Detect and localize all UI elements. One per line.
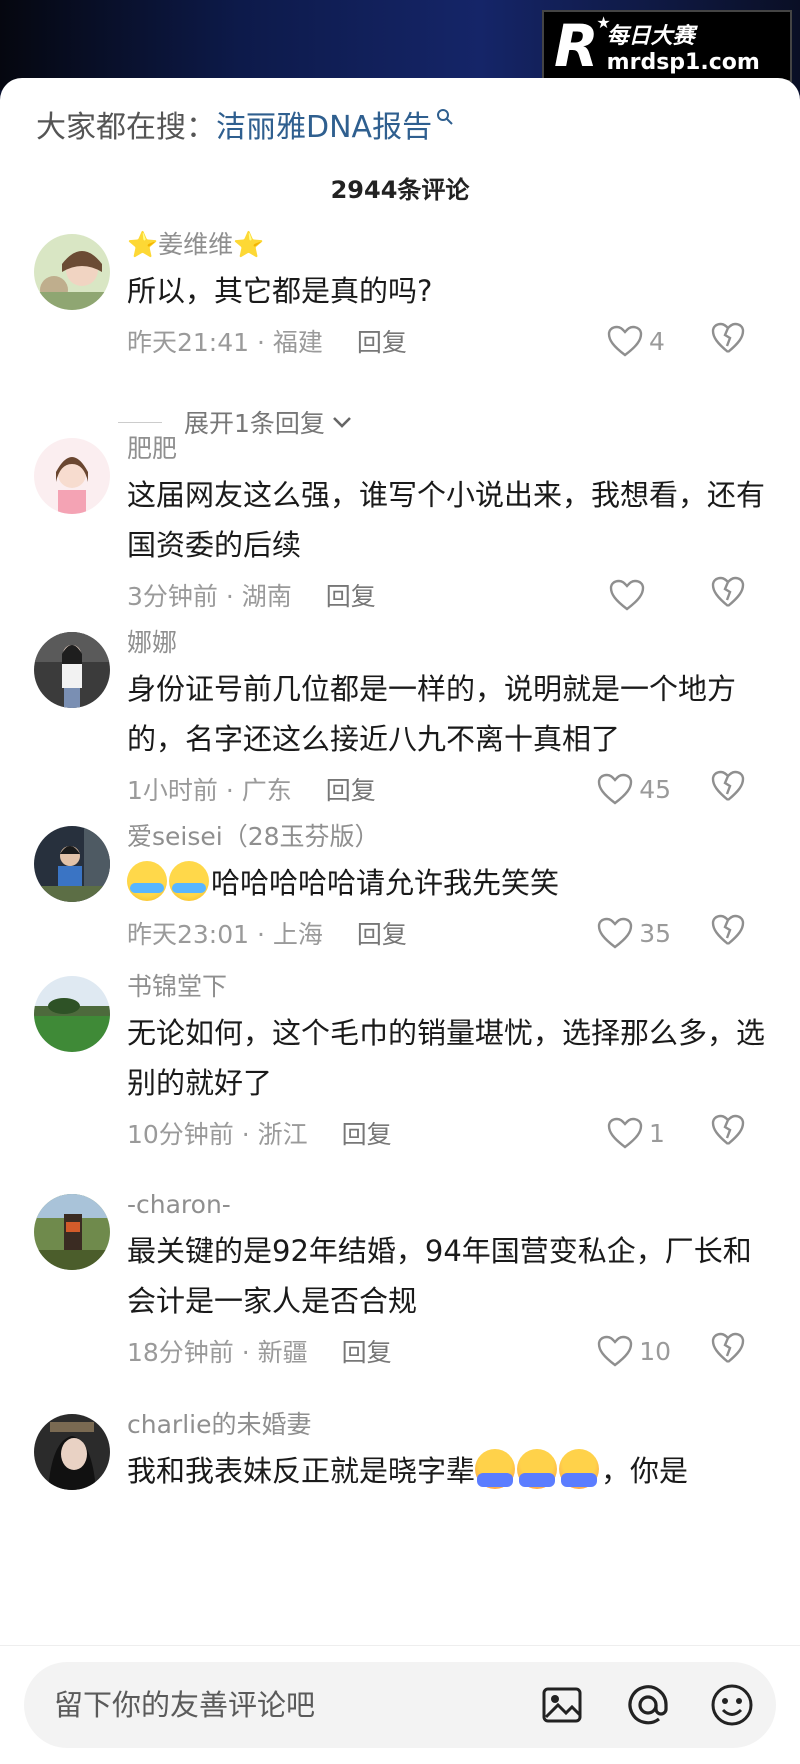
comment-time-location: 1小时前 · 广东: [127, 776, 292, 805]
like-count: 35: [639, 918, 671, 948]
heart-icon: [597, 1335, 633, 1367]
avatar[interactable]: [34, 976, 110, 1052]
image-icon[interactable]: [540, 1683, 584, 1727]
username[interactable]: 爱seisei（28玉芬版）: [127, 820, 767, 854]
like-button[interactable]: 4: [607, 316, 671, 366]
search-term-link[interactable]: 洁丽雅DNA报告: [216, 102, 432, 146]
reply-button[interactable]: 回复: [357, 323, 407, 359]
comment-time-location: 昨天21:41 · 福建: [127, 328, 323, 357]
dislike-icon[interactable]: [711, 770, 745, 802]
search-suggestion[interactable]: 大家都在搜： 洁丽雅DNA报告: [36, 102, 454, 146]
like-count: 10: [639, 1336, 671, 1366]
comment-input-placeholder: 留下你的友善评论吧: [54, 1688, 316, 1722]
heart-icon: [609, 579, 645, 611]
comment-time-location: 10分钟前 · 浙江: [127, 1120, 308, 1149]
heart-icon: [607, 1117, 643, 1149]
heart-icon: [607, 325, 643, 357]
comment-text-content: 哈哈哈哈哈请允许我先笑笑: [211, 866, 560, 900]
heart-icon: [597, 773, 633, 805]
reply-button[interactable]: 回复: [357, 915, 407, 951]
reply-button[interactable]: 回复: [342, 1333, 392, 1369]
comment-text: 最关键的是92年结婚，94年国营变私企，厂长和会计是一家人是否合规: [127, 1234, 752, 1318]
username[interactable]: 书锦堂下: [127, 970, 767, 1004]
comment-sheet: 大家都在搜： 洁丽雅DNA报告 2944条评论 ⭐姜维维⭐ 所以，其它都是真的吗…: [0, 78, 800, 1764]
comment-text: 我和我表妹反正就是晓字辈 ，你是: [127, 1446, 767, 1496]
avatar[interactable]: [34, 1414, 110, 1490]
hug-emoji: [475, 1449, 516, 1489]
dislike-icon[interactable]: [711, 322, 745, 354]
like-button[interactable]: 1: [607, 1108, 671, 1158]
comment-text: 哈哈哈哈哈请允许我先笑笑: [127, 858, 767, 908]
hug-emoji: [517, 1449, 558, 1489]
laugh-cry-emoji: [127, 861, 167, 901]
like-count: 4: [649, 326, 665, 356]
hug-emoji: [559, 1449, 600, 1489]
reply-button[interactable]: 回复: [326, 577, 376, 613]
username[interactable]: charlie的未婚妻: [127, 1408, 767, 1442]
like-button[interactable]: 35: [597, 908, 671, 958]
comment-count: 2944条评论: [330, 176, 470, 204]
comment-text: 这届网友这么强，谁写个小说出来，我想看，还有国资委的后续: [127, 478, 766, 562]
avatar[interactable]: [34, 438, 110, 514]
expand-divider: [118, 421, 162, 423]
avatar[interactable]: [34, 1194, 110, 1270]
laugh-cry-emoji: [169, 861, 209, 901]
comment-text-tail: ，你是: [601, 1454, 689, 1488]
comment-time-location: 3分钟前 · 湖南: [127, 582, 292, 611]
avatar[interactable]: [34, 826, 110, 902]
comment-text-content: 我和我表妹反正就是晓字辈: [127, 1454, 476, 1488]
search-prefix: 大家都在搜：: [36, 110, 216, 145]
like-count: 1: [649, 1118, 665, 1148]
emoji-icon[interactable]: [710, 1683, 754, 1727]
like-button[interactable]: [609, 570, 673, 620]
comment-text: 无论如何，这个毛巾的销量堪忧，选择那么多，选别的就好了: [127, 1016, 766, 1100]
dislike-icon[interactable]: [711, 1114, 745, 1146]
reply-button[interactable]: 回复: [326, 771, 376, 807]
watermark-url: mrdsp1.com: [606, 49, 760, 75]
username[interactable]: 肥肥: [127, 432, 767, 466]
comment-text: 所以，其它都是真的吗?: [127, 274, 433, 308]
comment-input[interactable]: 留下你的友善评论吧: [24, 1662, 776, 1748]
comment-time-location: 昨天23:01 · 上海: [127, 920, 323, 949]
avatar[interactable]: [34, 234, 110, 310]
username[interactable]: 娜娜: [127, 626, 767, 660]
avatar[interactable]: [34, 632, 110, 708]
dislike-icon[interactable]: [711, 914, 745, 946]
watermark-logo: R ★ 每日大赛 mrdsp1.com: [542, 10, 792, 82]
at-icon[interactable]: [626, 1683, 670, 1727]
username[interactable]: -charon-: [127, 1188, 767, 1222]
watermark-r-logo: R ★: [554, 12, 611, 80]
reply-button[interactable]: 回复: [342, 1115, 392, 1151]
watermark-brand: 每日大赛: [606, 23, 695, 49]
comment-text: 身份证号前几位都是一样的，说明就是一个地方的，名字还这么接近八九不离十真相了: [127, 672, 737, 756]
comment-time-location: 18分钟前 · 新疆: [127, 1338, 308, 1367]
comment-input-bar: 留下你的友善评论吧: [0, 1645, 800, 1764]
like-button[interactable]: 45: [597, 764, 671, 814]
search-icon: [437, 109, 453, 125]
heart-icon: [597, 917, 633, 949]
username[interactable]: ⭐姜维维⭐: [127, 228, 767, 262]
like-button[interactable]: 10: [597, 1326, 671, 1376]
chevron-down-icon: [332, 417, 351, 428]
dislike-icon[interactable]: [711, 576, 745, 608]
like-count: 45: [639, 774, 671, 804]
dislike-icon[interactable]: [711, 1332, 745, 1364]
